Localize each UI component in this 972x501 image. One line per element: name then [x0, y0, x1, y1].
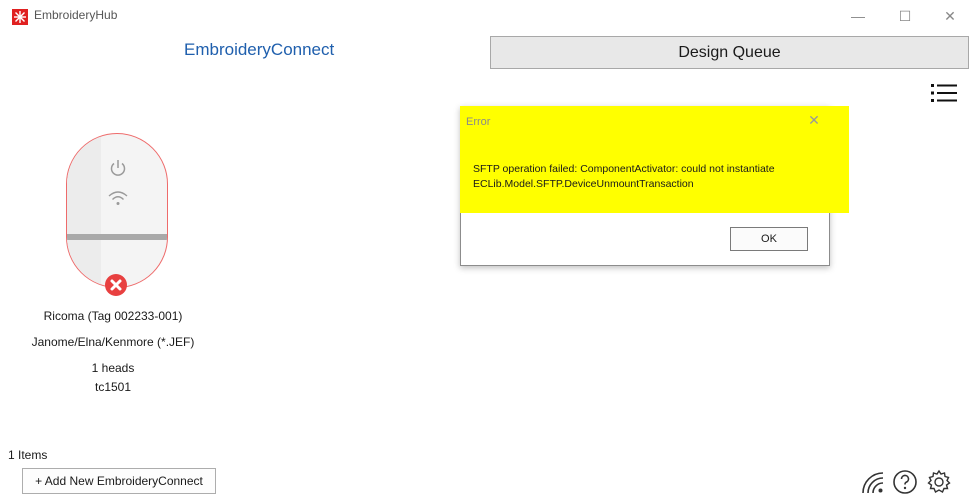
- dialog-close-icon[interactable]: ✕: [806, 112, 822, 128]
- device-format: Janome/Elna/Kenmore (*.JEF): [31, 335, 195, 349]
- error-highlight: [460, 106, 849, 213]
- dialog-message-line2: ECLib.Model.SFTP.DeviceUnmountTransactio…: [473, 178, 694, 190]
- minimize-button[interactable]: —: [846, 6, 870, 26]
- dialog-message-line1: SFTP operation failed: ComponentActivato…: [473, 163, 775, 175]
- title-bar: EmbroideryHub — ☐ ✕: [0, 0, 972, 30]
- app-title: EmbroideryHub: [34, 8, 118, 22]
- tab-design-queue[interactable]: Design Queue: [490, 36, 969, 69]
- dialog-ok-button[interactable]: OK: [730, 227, 808, 251]
- help-icon[interactable]: [892, 469, 918, 495]
- tab-embroidery-connect[interactable]: EmbroideryConnect: [184, 40, 334, 60]
- gear-icon[interactable]: [926, 469, 952, 495]
- app-logo-icon: [12, 9, 28, 25]
- device-illustration: [66, 133, 168, 288]
- device-id: tc1501: [94, 380, 132, 394]
- items-count: 1 Items: [8, 448, 48, 462]
- tab-design-queue-label: Design Queue: [678, 44, 781, 61]
- add-embroidery-connect-button[interactable]: + Add New EmbroideryConnect: [22, 468, 216, 494]
- dialog-title: Error: [466, 116, 491, 128]
- device-error-icon: [104, 273, 128, 297]
- wifi-icon: [107, 189, 129, 207]
- device-heads: 1 heads: [91, 361, 135, 375]
- device-card[interactable]: [66, 133, 168, 296]
- power-icon: [108, 158, 128, 178]
- wifi-icon[interactable]: [859, 469, 885, 495]
- close-window-button[interactable]: ✕: [938, 6, 962, 26]
- list-menu-icon[interactable]: [930, 82, 958, 104]
- maximize-button[interactable]: ☐: [893, 6, 917, 26]
- device-name: Ricoma (Tag 002233-001): [43, 309, 183, 323]
